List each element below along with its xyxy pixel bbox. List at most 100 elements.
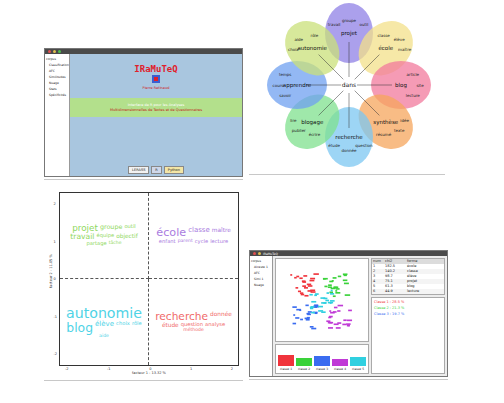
cloud-word[interactable]: partage — [86, 241, 106, 246]
close-icon[interactable] — [253, 252, 256, 255]
x-axis-title: facteur 1 - 13.32 % — [59, 371, 239, 378]
graph-word[interactable]: donnée — [342, 148, 358, 153]
cloud-word[interactable]: école — [156, 227, 186, 239]
summary-line: Classe 3 : 19.7 % — [374, 312, 442, 316]
graph-word[interactable]: maître — [398, 47, 412, 52]
word-cluster: recherche questiondonnéeétude — [328, 134, 373, 153]
graph-word[interactable]: élève — [394, 37, 405, 42]
graph-word[interactable]: site — [416, 83, 424, 88]
summary-line: Classe 1 : 28.5 % — [374, 300, 442, 304]
cluster-word[interactable]: blogage — [301, 119, 324, 126]
cloud-word[interactable]: groupe — [100, 224, 123, 233]
profile-table: numchi2forme1182.5école2140.2classe398.7… — [371, 258, 445, 295]
app-logo-icon — [151, 74, 161, 84]
class-quadrant: projetgroupeoutil travailéquipeobjectif pa… — [60, 193, 149, 279]
maximize-icon[interactable] — [58, 50, 61, 53]
cloud-word[interactable]: rôle — [132, 321, 142, 334]
tree-item[interactable]: AFC — [46, 69, 68, 73]
graph-word[interactable]: résumé — [376, 132, 392, 137]
cloud-word[interactable]: projet — [72, 224, 98, 233]
tree-item[interactable]: AFC — [251, 271, 271, 275]
cloud-word[interactable]: élève — [95, 321, 114, 334]
cluster-word[interactable]: recherche — [335, 134, 363, 140]
minimize-icon[interactable] — [258, 252, 261, 255]
graph-word[interactable]: publier — [292, 128, 306, 133]
hub-word[interactable]: dans — [342, 81, 356, 88]
graph-word[interactable]: lire — [290, 118, 297, 123]
tree-item[interactable]: Nuage — [251, 283, 271, 287]
cluster-word[interactable]: école — [378, 45, 393, 51]
cloud-word[interactable]: recherche — [155, 311, 208, 322]
cloud-word[interactable]: objectif — [116, 233, 138, 241]
graph-word[interactable]: choix — [288, 47, 299, 52]
graph-word[interactable]: rôle — [311, 33, 319, 38]
cluster-word[interactable]: apprendre — [283, 82, 312, 89]
cloud-word[interactable]: parent — [178, 239, 193, 244]
cloud-word[interactable]: étude — [162, 322, 179, 328]
graph-word[interactable]: cours — [273, 83, 284, 88]
tree-item[interactable]: Spécificités — [46, 93, 68, 97]
cloud-word[interactable]: analyse — [205, 322, 225, 328]
graph-word[interactable]: étude — [328, 143, 340, 148]
collage: corpus Classification AFC Similitudes Nuage S… — [0, 0, 504, 403]
cluster-word[interactable]: synthèse — [373, 119, 398, 126]
x-tick: -1 — [107, 367, 111, 371]
word-cluster: apprendre savoir cours temps — [273, 72, 312, 97]
tree-item[interactable]: Simi 1 — [251, 277, 271, 281]
tree-item[interactable]: Classification — [46, 63, 68, 67]
graph-word[interactable]: classe — [377, 33, 390, 38]
cloud-word[interactable]: blog — [66, 321, 93, 334]
class-bar[interactable]: classe 4 — [332, 347, 348, 371]
graph-word[interactable]: groupe — [342, 18, 357, 23]
cloud-word[interactable]: méthode — [183, 328, 204, 333]
graph-edge — [355, 91, 380, 116]
cloud-word[interactable]: choix — [116, 321, 130, 334]
tree-item[interactable]: Stats — [46, 87, 68, 91]
minimize-icon[interactable] — [53, 50, 56, 53]
graph-word[interactable]: temps — [279, 72, 292, 77]
cloud-word[interactable]: cycle — [195, 239, 208, 244]
graph-word[interactable]: lecture — [406, 93, 420, 98]
cluster-word[interactable]: projet — [341, 30, 358, 37]
class-bar[interactable]: classe 2 — [296, 347, 312, 371]
cloud-word[interactable]: maître — [212, 227, 231, 239]
close-icon[interactable] — [48, 50, 51, 53]
tree-item[interactable]: Alceste 1 — [251, 265, 271, 269]
cluster-word[interactable]: blog — [395, 82, 407, 89]
graph-word[interactable]: travail — [328, 22, 341, 27]
graph-word[interactable]: idée — [400, 118, 409, 123]
graph-word[interactable]: texte — [394, 128, 405, 133]
class-bar[interactable]: classe 1 — [278, 347, 294, 371]
graph-word[interactable]: savoir — [279, 93, 291, 98]
graph-word[interactable]: outil — [359, 22, 368, 27]
tree-item[interactable]: Nuage — [46, 81, 68, 85]
cloud-word[interactable]: tâche — [109, 241, 122, 246]
cloud-word[interactable]: travail — [70, 233, 94, 241]
cloud-word[interactable]: donnée — [210, 311, 232, 322]
cloud-word[interactable]: autonomie — [66, 306, 142, 321]
cloud-word[interactable]: lecture — [210, 239, 228, 244]
cloud-word[interactable]: équipe — [96, 233, 114, 241]
word-cluster: blogage écrirepublier lire — [290, 118, 324, 137]
cloud-word[interactable]: aide — [99, 334, 109, 339]
word-cluster: projettravailgroupeoutil — [328, 18, 369, 38]
class-bar[interactable]: classe 5 — [350, 347, 366, 371]
word-cluster: synthèseidée texterésumé — [373, 118, 409, 137]
graph-word[interactable]: article — [407, 72, 420, 77]
graph-word[interactable]: question — [355, 143, 373, 148]
tree-item[interactable]: corpus — [46, 57, 68, 61]
corpus-tree: corpus Classification AFC Similitudes Nuage S… — [45, 54, 70, 176]
tree-item[interactable]: corpus — [251, 259, 271, 263]
cluster-word[interactable]: autonomie — [297, 45, 327, 51]
class-bar[interactable]: classe 3 — [314, 347, 330, 371]
graph-word[interactable]: aide — [295, 37, 304, 42]
cloud-word[interactable]: outil — [124, 224, 135, 233]
y-tick: 2 — [54, 202, 58, 206]
tree-item[interactable]: Similitudes — [46, 75, 68, 79]
table-row[interactable]: 644.9lecture — [372, 289, 444, 294]
cluster-halo — [274, 10, 350, 86]
x-tick: -2 — [65, 367, 69, 371]
graph-word[interactable]: écrire — [309, 132, 321, 137]
cloud-word[interactable]: classe — [188, 227, 210, 239]
cloud-word[interactable]: enfant — [159, 239, 176, 244]
